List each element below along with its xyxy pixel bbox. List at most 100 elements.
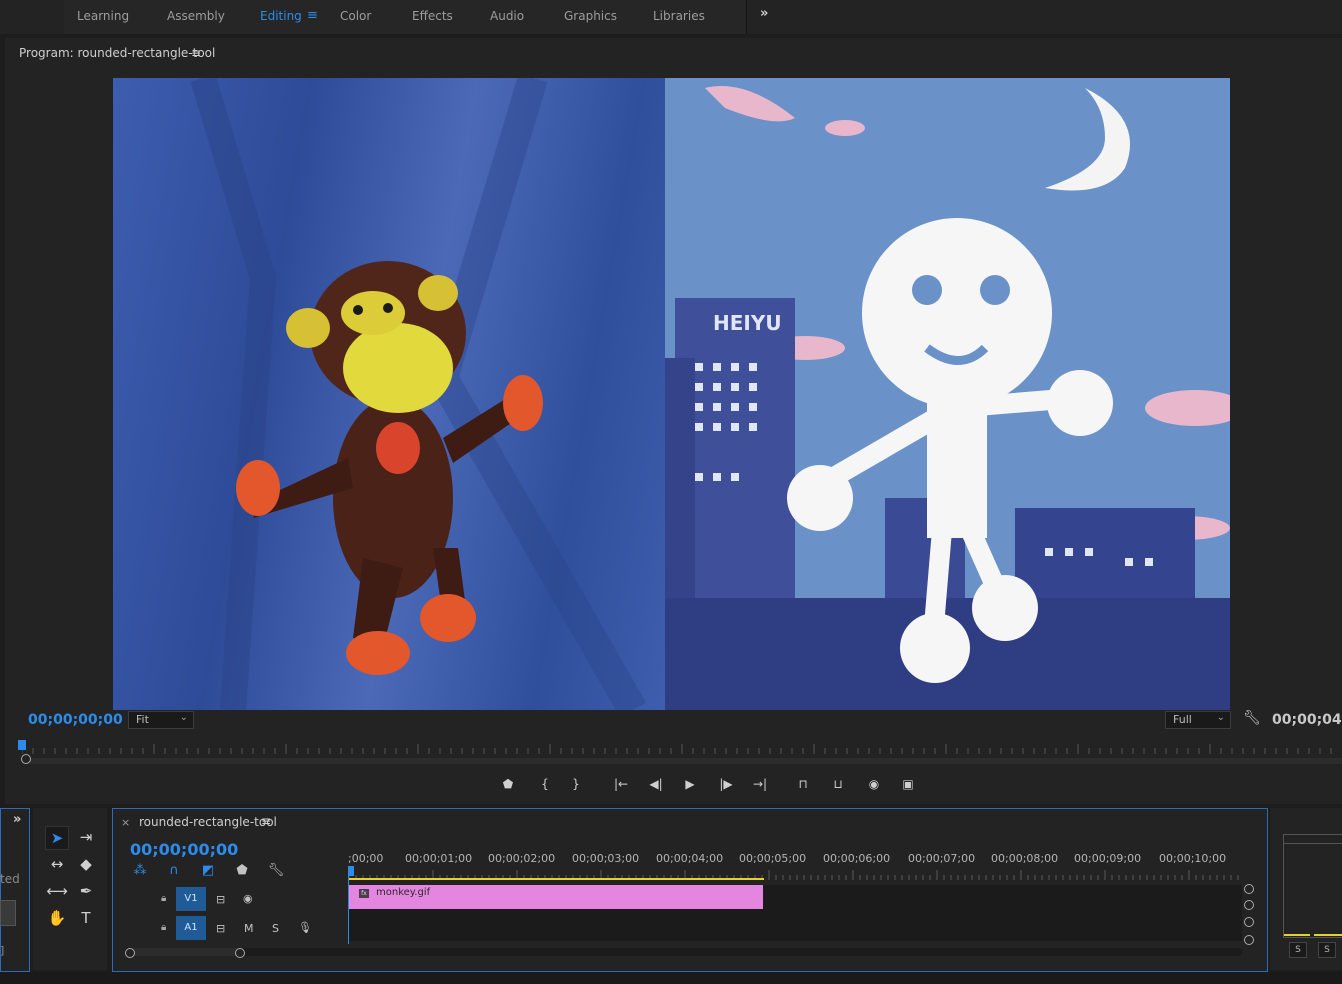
microphone-icon[interactable]: 🎙︎ [298,921,312,934]
time-label: 00;00;07;00 [908,852,976,865]
program-viewer[interactable]: HEIYU [113,78,1230,710]
lock-icon[interactable]: 🔒︎ [161,922,166,933]
step-forward-icon[interactable]: |▶ [716,775,736,793]
time-label: 00;00;03;00 [572,852,640,865]
meter-divider [1283,843,1342,844]
track-height-handle[interactable] [1244,935,1254,945]
timeline-scroll-thumb[interactable] [129,948,240,956]
tab-editing[interactable]: Editing [260,9,302,23]
stick-figure-image: HEIYU [665,78,1230,710]
video-frame-left [113,78,665,710]
ripple-edit-tool-icon[interactable]: ↔ [46,853,68,875]
meter-level-left [1284,934,1310,936]
tab-effects[interactable]: Effects [412,9,453,23]
program-monitor-title[interactable]: Program: rounded-rectangle-tool [19,46,215,60]
add-marker-icon[interactable]: ⬟ [233,862,251,880]
tab-color[interactable]: Color [340,9,371,23]
sync-lock-icon[interactable]: ⊟ [216,893,225,906]
clip-name: monkey.gif [376,887,431,898]
play-icon[interactable]: ▶ [680,775,700,793]
track-target-v1[interactable]: V1 [176,887,206,911]
program-menu-icon[interactable]: ≡ [191,46,201,60]
settings-wrench-icon[interactable]: 🔧︎ [1243,710,1261,726]
chevron-down-icon: ⌄ [1216,712,1225,723]
panel-thumbnail[interactable] [0,900,16,926]
work-area-bar[interactable] [349,878,764,880]
tab-graphics[interactable]: Graphics [564,9,617,23]
sequence-tab[interactable]: rounded-rectangle-tool [139,815,277,829]
playback-resolution-select[interactable]: Full ⌄ [1165,711,1231,729]
tab-learning[interactable]: Learning [77,9,129,23]
time-label: 00;00;04;00 [656,852,724,865]
track-height-handle[interactable] [1244,917,1254,927]
program-scrub-bar[interactable] [22,758,1342,764]
scrub-zoom-handle[interactable] [21,754,31,764]
type-tool-icon[interactable]: T [75,907,97,929]
hand-tool-icon[interactable]: ✋ [46,907,68,929]
go-to-in-icon[interactable]: |← [611,775,631,793]
track-height-handle[interactable] [1244,900,1254,910]
track-height-handle[interactable] [1244,884,1254,894]
tab-libraries[interactable]: Libraries [653,9,705,23]
playhead-timecode[interactable]: 00;00;00;00 [28,712,123,728]
timeline-timecode[interactable]: 00;00;00;00 [130,840,238,859]
razor-tool-icon[interactable]: ◆ [75,853,97,875]
go-to-out-icon[interactable]: →| [750,775,770,793]
export-frame-icon[interactable]: ◉ [864,775,884,793]
audio-meter [1283,834,1342,938]
tab-audio[interactable]: Audio [490,9,524,23]
meter-level-right [1314,934,1342,936]
mark-in-icon[interactable]: { [535,775,555,793]
fx-badge-icon: fx [359,889,369,898]
extract-icon[interactable]: ⊔ [828,775,848,793]
sync-lock-icon[interactable]: ⊟ [216,922,225,935]
timeline-scrollbar[interactable] [125,948,1242,956]
slip-tool-icon[interactable]: ⟷ [46,880,68,902]
audio-track-a1[interactable] [349,913,1242,941]
mute-track-button[interactable]: M [244,922,254,935]
playback-resolution-value: Full [1173,713,1192,726]
solo-left-button[interactable]: S [1289,942,1307,958]
svg-text:HEIYU: HEIYU [713,311,782,335]
comparison-view-icon[interactable]: ▣ [898,775,918,793]
close-sequence-icon[interactable]: × [121,816,130,829]
panel-cut-text-2: ] [0,944,5,957]
timeline-menu-icon[interactable]: ≡ [261,814,271,828]
monkey-image [190,78,647,710]
zoom-handle-left[interactable] [125,948,135,958]
time-label: ;00;00 [348,852,384,865]
nest-sequence-icon[interactable]: ⁂ [131,862,149,880]
linked-selection-icon[interactable]: ◩ [199,862,217,880]
snap-magnet-icon[interactable]: ∩ [165,862,183,880]
timeline-settings-wrench-icon[interactable]: 🔧︎ [267,862,285,880]
program-playhead[interactable] [18,740,26,750]
track-select-tool-icon[interactable]: ⇥ [75,826,97,848]
lift-icon[interactable]: ⊓ [793,775,813,793]
program-time-ruler[interactable] [22,742,1342,754]
track-target-a1[interactable]: A1 [176,916,206,940]
workspace-menu-icon[interactable]: ≡ [307,8,318,23]
add-marker-icon[interactable]: ⬟ [498,775,518,793]
time-label: 00;00;08;00 [991,852,1059,865]
time-label: 00;00;05;00 [739,852,807,865]
solo-track-button[interactable]: S [272,922,279,935]
time-label: 00;00;06;00 [823,852,891,865]
step-back-icon[interactable]: ◀| [646,775,666,793]
timeline-playhead[interactable] [348,866,354,876]
more-panels-icon[interactable]: » [13,812,22,827]
time-label: 00;00;01;00 [405,852,473,865]
more-workspaces-icon[interactable]: » [760,6,769,21]
eye-icon[interactable]: ◉ [243,892,253,905]
lock-icon[interactable]: 🔒︎ [161,893,166,904]
status-strip [0,972,1342,984]
chevron-down-icon: ⌄ [179,712,188,723]
playhead-line [348,876,349,944]
mark-out-icon[interactable]: } [566,775,586,793]
tab-assembly[interactable]: Assembly [167,9,225,23]
zoom-handle-right[interactable] [235,948,245,958]
zoom-level-select[interactable]: Fit ⌄ [128,711,194,729]
project-panel-fragment [0,808,30,972]
selection-tool-icon[interactable]: ➤ [45,826,69,850]
solo-right-button[interactable]: S [1318,942,1336,958]
pen-tool-icon[interactable]: ✒ [75,880,97,902]
